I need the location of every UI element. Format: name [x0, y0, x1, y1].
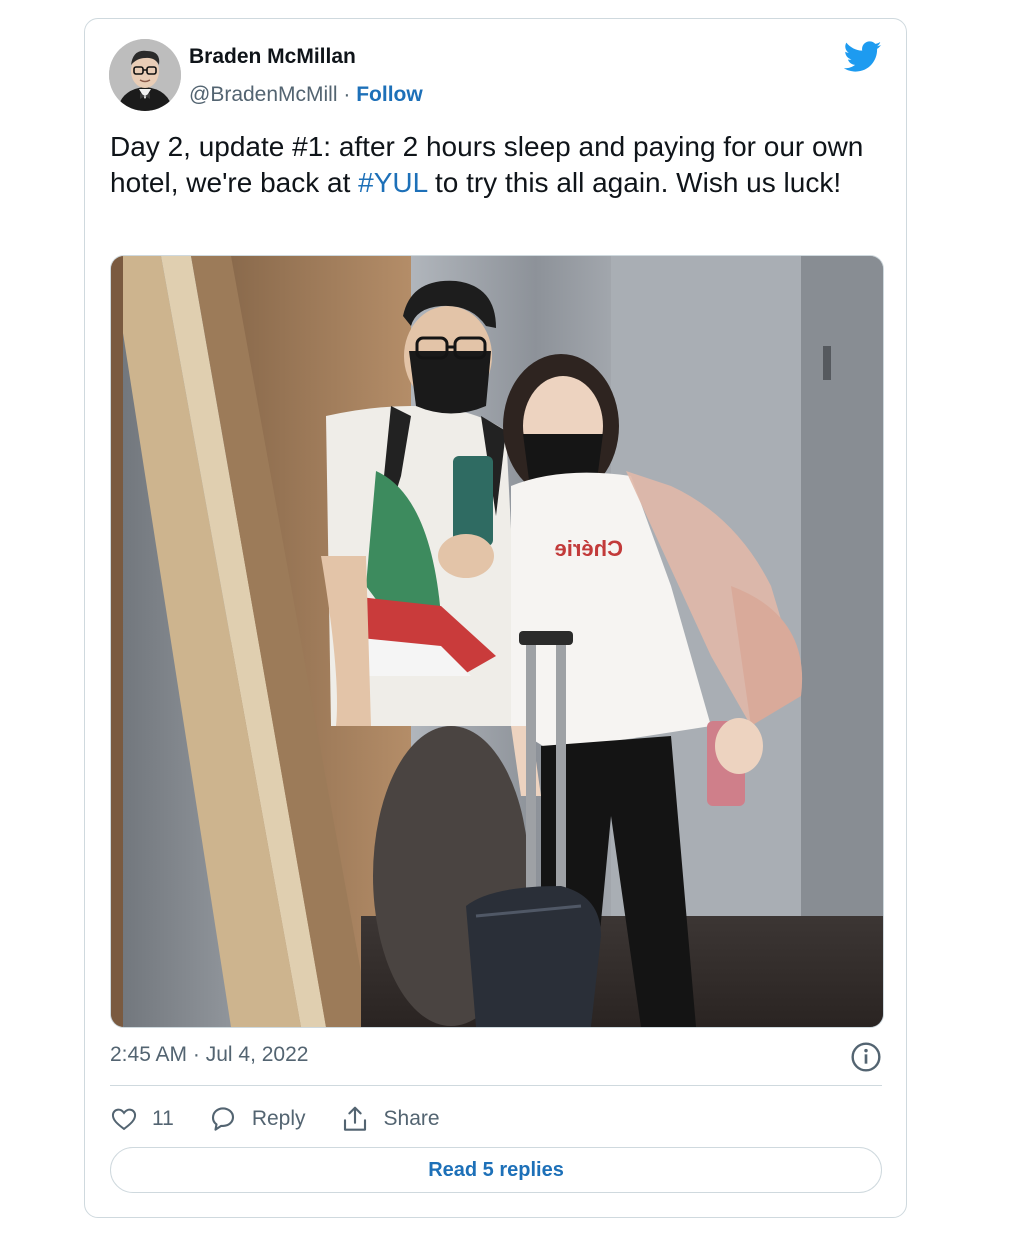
- tweet-timestamp[interactable]: 2:45 AM · Jul 4, 2022: [110, 1043, 308, 1067]
- tweet-photo[interactable]: Chérie: [110, 255, 884, 1028]
- divider: [110, 1085, 882, 1086]
- info-icon[interactable]: [850, 1041, 882, 1073]
- hashtag-link[interactable]: #YUL: [358, 167, 427, 198]
- reply-button[interactable]: Reply: [208, 1104, 306, 1134]
- shirt-text: Chérie: [555, 536, 623, 561]
- share-upload-icon: [343, 1106, 366, 1131]
- tweet-text: Day 2, update #1: after 2 hours sleep an…: [110, 129, 890, 201]
- heart-icon: [111, 1108, 137, 1131]
- avatar-photo-icon: [109, 39, 181, 111]
- author-handle[interactable]: @BradenMcMill: [189, 83, 338, 106]
- reply-bubble-icon: [211, 1107, 234, 1131]
- follow-button[interactable]: Follow: [356, 83, 423, 106]
- author-handle-line: @BradenMcMill · Follow: [189, 83, 423, 107]
- avatar[interactable]: [109, 39, 181, 111]
- twitter-bird-icon[interactable]: [844, 41, 882, 73]
- share-button[interactable]: Share: [340, 1104, 440, 1134]
- author-name[interactable]: Braden McMillan: [189, 45, 356, 69]
- tweet-card: Braden McMillan @BradenMcMill · Follow D…: [84, 18, 907, 1218]
- tweet-header: Braden McMillan @BradenMcMill · Follow: [109, 39, 882, 111]
- reply-label: Reply: [251, 1107, 306, 1130]
- mirror-selfie-photo: Chérie: [111, 256, 883, 1027]
- share-label: Share: [383, 1107, 440, 1130]
- like-count: 11: [152, 1107, 174, 1130]
- handle-separator: ·: [343, 83, 351, 106]
- tweet-text-part2: to try this all again. Wish us luck!: [427, 167, 842, 198]
- read-replies-button[interactable]: Read 5 replies: [110, 1147, 882, 1193]
- tweet-actions: 11 Reply Share: [110, 1101, 474, 1137]
- like-button[interactable]: 11: [110, 1105, 174, 1133]
